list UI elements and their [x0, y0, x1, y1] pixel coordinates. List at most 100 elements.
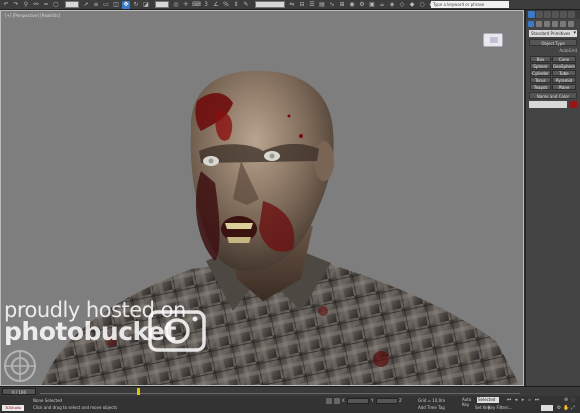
undo-icon[interactable]: ↶ [2, 1, 10, 9]
go-to-end-icon[interactable]: ⏭ [534, 397, 540, 403]
layer-explorer-icon[interactable]: ☰ [308, 1, 316, 9]
window-crossing-icon[interactable]: ◫ [112, 1, 120, 9]
autogrid-checkbox[interactable]: AutoGrid [559, 48, 577, 53]
link-icon[interactable]: ⚲ [22, 1, 30, 9]
render-setup-icon[interactable]: ⚙ [358, 1, 366, 9]
grid-size-readout: Grid = 10,0m [418, 398, 446, 403]
object-name-field[interactable] [529, 101, 567, 108]
time-configuration-icon[interactable]: ⚙ [556, 405, 562, 411]
select-object-icon[interactable]: ➚ [82, 1, 90, 9]
ribbon-toggle-icon[interactable]: ▤ [318, 1, 326, 9]
geosphere-button[interactable]: GeoSphere [551, 63, 576, 69]
perspective-viewport[interactable]: [+] [Perspective] [Realistic] proudly ho… [0, 10, 524, 386]
orbit-icon[interactable]: ◌ [570, 397, 576, 403]
pivot-center-icon[interactable]: ◎ [172, 1, 180, 9]
reference-coordinate-dropdown[interactable] [155, 1, 169, 8]
bind-spacewarp-icon[interactable]: ≈ [42, 1, 50, 9]
go-to-start-icon[interactable]: ⏮ [506, 397, 512, 403]
timeline: 0 / 100 [0, 386, 580, 396]
key-filter-selection-dropdown[interactable]: Selected [477, 397, 499, 403]
torus-button[interactable]: Torus [530, 77, 551, 83]
align-icon[interactable]: ⊟ [298, 1, 306, 9]
key-filters-button[interactable]: Key Filters... [488, 405, 512, 410]
select-by-name-icon[interactable]: ≡ [92, 1, 100, 9]
spinner-snap-icon[interactable]: ⇕ [232, 1, 240, 9]
extra-tool-icon[interactable]: ◈ [388, 1, 396, 9]
object-type-rollout[interactable]: Object Type [529, 39, 577, 46]
edit-named-selection-icon[interactable]: ✎ [242, 1, 250, 9]
utilities-tab-icon[interactable] [568, 11, 575, 18]
extra-tool-2-icon[interactable]: ◇ [398, 1, 406, 9]
extra-tool-3-icon[interactable]: ◆ [408, 1, 416, 9]
next-frame-icon[interactable]: ▹ [527, 397, 533, 403]
absolute-mode-icon[interactable] [334, 398, 340, 404]
time-slider[interactable]: 0 / 100 [2, 388, 36, 395]
x-coordinate-field[interactable] [347, 398, 369, 404]
helpers-icon[interactable] [560, 20, 566, 27]
lights-icon[interactable] [544, 20, 550, 27]
current-frame-field[interactable] [541, 405, 553, 411]
play-icon[interactable]: ▸ [520, 397, 526, 403]
search-input[interactable]: Type a keyword or phrase [431, 1, 509, 8]
extra-tool-4-icon[interactable]: ○ [418, 1, 426, 9]
auto-key-button[interactable]: Auto Key [462, 397, 475, 407]
primitive-type-dropdown[interactable]: Standard Primitives [529, 30, 577, 37]
add-time-tag-button[interactable]: Add Time Tag [418, 405, 445, 410]
name-and-color-rollout[interactable]: Name and Color [529, 92, 577, 99]
mirror-icon[interactable]: ⇋ [288, 1, 296, 9]
tube-button[interactable]: Tube [551, 70, 576, 76]
curve-editor-icon[interactable]: ∿ [328, 1, 336, 9]
percent-snap-icon[interactable]: % [222, 1, 230, 9]
spacewarps-icon[interactable] [568, 20, 574, 27]
cone-button[interactable]: Cone [551, 56, 576, 62]
redo-icon[interactable]: ↷ [12, 1, 20, 9]
select-and-rotate-icon[interactable]: ↻ [132, 1, 140, 9]
current-frame-marker[interactable] [137, 388, 140, 395]
teapot-button[interactable]: Teapot [530, 84, 551, 90]
angle-snap-icon[interactable]: ∠ [212, 1, 220, 9]
pan-icon[interactable]: ✋ [563, 405, 569, 411]
object-buttons: Box Cone Sphere GeoSphere Cylinder Tube … [530, 56, 576, 90]
y-coordinate-field[interactable] [376, 398, 398, 404]
snaps-toggle-icon[interactable]: 3 [202, 1, 210, 9]
name-color-row [529, 101, 577, 108]
viewcube-icon[interactable] [483, 33, 503, 47]
schematic-view-icon[interactable]: ⊞ [338, 1, 346, 9]
geometry-icon[interactable] [528, 20, 534, 27]
pyramid-button[interactable]: Pyramid [551, 77, 576, 83]
rectangular-selection-icon[interactable]: ▭ [102, 1, 110, 9]
maxscript-listener[interactable]: 3DStudio [2, 405, 24, 411]
track-bar[interactable] [40, 390, 520, 394]
object-color-swatch[interactable] [569, 101, 577, 108]
selection-filter-dropdown[interactable] [65, 1, 79, 8]
select-and-move-icon[interactable]: ✥ [122, 0, 130, 9]
unlink-icon[interactable]: ⚯ [32, 1, 40, 9]
previous-frame-icon[interactable]: ◂ [513, 397, 519, 403]
cameras-icon[interactable] [552, 20, 558, 27]
status-bar: 3DStudio None Selected Click and drag to… [0, 396, 580, 413]
keyboard-shortcut-icon[interactable]: ⌨ [192, 1, 201, 9]
create-tab-icon[interactable] [528, 11, 535, 18]
zoom-icon[interactable]: ⊕ [563, 397, 569, 403]
lock-selection-icon[interactable] [326, 398, 332, 404]
shapes-icon[interactable] [536, 20, 542, 27]
cylinder-button[interactable]: Cylinder [530, 70, 551, 76]
selection-filter-icon[interactable]: ▢ [52, 1, 60, 9]
box-button[interactable]: Box [530, 56, 551, 62]
motion-tab-icon[interactable] [552, 11, 559, 18]
render-icon[interactable]: ☕ [378, 1, 386, 9]
viewport-label[interactable]: [+] [Perspective] [Realistic] [5, 13, 60, 18]
select-and-manipulate-icon[interactable]: ✛ [182, 1, 190, 9]
material-editor-icon[interactable]: ◉ [348, 1, 356, 9]
rendered-frame-icon[interactable]: ▣ [368, 1, 376, 9]
steering-wheel-icon[interactable] [3, 349, 37, 383]
display-tab-icon[interactable] [560, 11, 567, 18]
named-selection-dropdown[interactable] [255, 1, 285, 8]
sphere-button[interactable]: Sphere [530, 63, 551, 69]
hierarchy-tab-icon[interactable] [544, 11, 551, 18]
plane-button[interactable]: Plane [551, 84, 576, 90]
modify-tab-icon[interactable] [536, 11, 543, 18]
create-category-row [526, 19, 580, 28]
maximize-viewport-icon[interactable]: ⤢ [570, 405, 576, 411]
select-and-scale-icon[interactable]: ◪ [142, 1, 150, 9]
